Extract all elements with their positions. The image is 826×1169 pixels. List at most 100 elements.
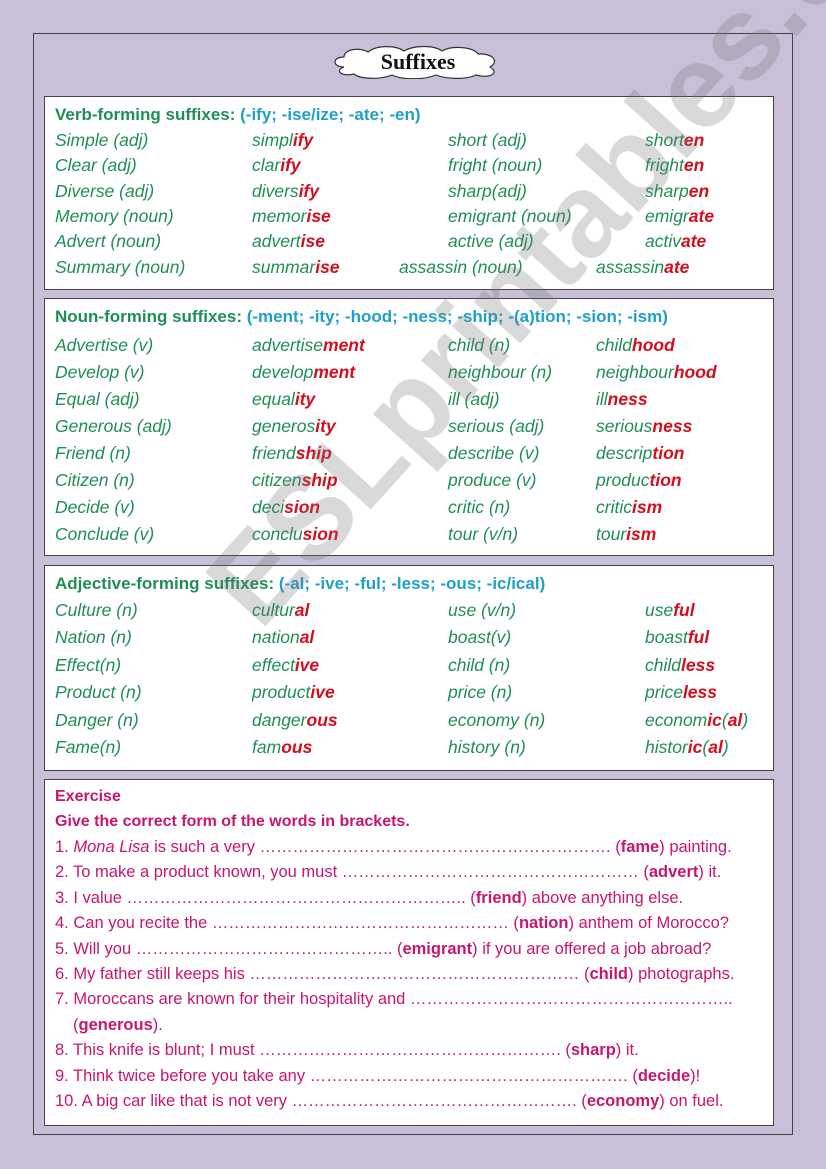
suffix: ify [292, 130, 314, 150]
suffix: ness [607, 389, 648, 409]
word-stem: Clear (adj) [55, 155, 137, 176]
word-stem: fam [252, 737, 282, 757]
paren: ) [722, 737, 729, 757]
word-stem: Nation (n) [55, 627, 132, 648]
word-stem: Develop (v) [55, 362, 145, 382]
word-stem: Danger (n) [55, 709, 139, 730]
word-stem: assassin [596, 256, 665, 277]
derived-word: assassinate [596, 257, 689, 278]
italic-title: Mona Lisa [73, 838, 150, 856]
item-ending: )! [690, 1066, 701, 1085]
suffix: ify [298, 180, 320, 201]
section-heading: Adjective-forming suffixes: (-al; -ive; … [55, 574, 545, 594]
word-stem: equal [252, 389, 295, 409]
exercise-item: 8. This knife is blunt; I must ………………………… [55, 1041, 639, 1060]
exercise-item: 3. I value …………………………………………………….. (frien… [55, 889, 683, 908]
base-word: Memory (noun) [55, 206, 174, 227]
base-word: use (v/n) [448, 600, 516, 621]
base-word: price (n) [448, 682, 512, 703]
derived-word: illness [596, 389, 648, 410]
base-word: Advert (noun) [55, 231, 161, 252]
exercise-item: 5. Will you ……………………………………….. (emigrant)… [55, 940, 711, 959]
exercise-item: 1. Mona Lisa is such a very ………………………………… [55, 838, 732, 857]
suffix: en [683, 130, 705, 150]
item-ending: ) it. [698, 863, 722, 882]
word-stem: boast [645, 627, 688, 648]
word-stem: descrip [596, 443, 653, 463]
word-stem: serious [596, 416, 653, 436]
word-stem: deci [252, 497, 285, 517]
derived-word: equality [252, 389, 315, 410]
word-stem: Equal (adj) [55, 389, 140, 409]
exercise-item: 7. Moroccans are known for their hospita… [55, 990, 733, 1009]
word-stem: neighbour (n) [448, 362, 553, 382]
word-stem: sharp(adj) [448, 180, 527, 201]
word-stem: history (n) [448, 737, 526, 757]
suffix: ness [652, 416, 693, 436]
item-text: Moroccans are known for their hospitalit… [73, 990, 733, 1009]
item-ending: ) if you are offered a job abroad? [472, 939, 712, 958]
base-word: short (adj) [448, 130, 527, 151]
exercise-item: 9. Think twice before you take any ……………… [55, 1067, 700, 1086]
suffix: sion [302, 524, 339, 544]
word-stem: produc [596, 470, 650, 490]
word-stem: assassin (noun) [399, 256, 523, 277]
item-text: Will you ……………………………………….. ( [73, 939, 403, 958]
item-text: I value …………………………………………………….. ( [73, 888, 476, 907]
base-word: history (n) [448, 737, 526, 758]
word-stem: memor [252, 205, 307, 226]
word-stem: effect [252, 654, 295, 675]
word-stem: divers [252, 180, 299, 201]
word-stem: serious (adj) [448, 416, 545, 436]
word-stem: advert [252, 231, 301, 252]
exercise-item: 4. Can you recite the ………………………………………………… [55, 914, 729, 933]
bracket-word: generous [78, 1015, 153, 1034]
item-text: Can you recite the ……………………………………………… ( [73, 914, 519, 933]
item-number: 6. [55, 965, 74, 983]
suffix: tion [652, 443, 685, 463]
derived-word: frighten [645, 155, 704, 176]
suffix: hood [632, 335, 675, 355]
item-ending: ). [152, 1015, 163, 1034]
word-stem: Simple (adj) [55, 130, 149, 150]
word-stem: generos [252, 416, 316, 436]
heading-label: Verb-forming suffixes: [55, 105, 241, 124]
derived-word: decision [252, 497, 320, 518]
suffix: hood [673, 362, 717, 382]
word-stem: neighbour [596, 362, 674, 382]
base-word: critic (n) [448, 497, 510, 518]
word-stem: Diverse (adj) [55, 180, 155, 201]
word-stem: produce (v) [448, 470, 537, 490]
base-word: Conclude (v) [55, 524, 154, 545]
word-stem: develop [252, 362, 314, 382]
suffix: en [683, 155, 705, 176]
item-number: 7. [55, 990, 74, 1009]
base-word: fright (noun) [448, 155, 542, 176]
derived-word: historic(al) [645, 737, 729, 758]
word-stem: child [645, 654, 681, 675]
derived-word: childless [645, 655, 715, 676]
exercise-item: (generous). [73, 1016, 163, 1035]
suffix: ate [688, 205, 715, 226]
word-stem: summar [252, 256, 316, 277]
suffix: ism [626, 524, 657, 544]
word-stem: Advert (noun) [55, 231, 162, 252]
title-cloud: Suffixes [330, 45, 506, 79]
derived-word: national [252, 627, 314, 648]
word-stem: product [252, 682, 311, 703]
suffix: ic [687, 737, 703, 757]
exercise-instruction: Give the correct form of the words in br… [55, 813, 410, 830]
bracket-word: emigrant [402, 939, 473, 958]
derived-word: neighbourhood [596, 362, 717, 383]
exercise-title: Exercise [55, 788, 121, 805]
derived-word: clarify [252, 155, 301, 176]
derived-word: useful [645, 600, 695, 621]
suffix: ate [664, 256, 690, 277]
item-number: 3. [55, 888, 74, 907]
base-word: sharp(adj) [448, 181, 527, 202]
verb-forming-section: Verb-forming suffixes: (-ify; -ise/ize; … [44, 96, 774, 290]
word-stem: nation [252, 627, 300, 648]
word-stem: advertise [252, 335, 324, 355]
word-stem: ill (adj) [448, 389, 500, 409]
base-word: Decide (v) [55, 497, 135, 518]
